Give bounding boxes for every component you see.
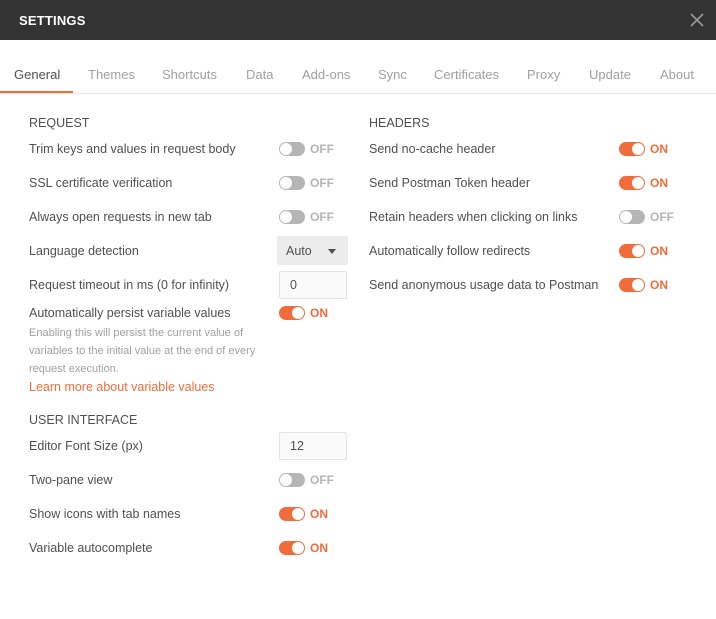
toggle-knob: [632, 279, 644, 291]
language-detection-label: Language detection: [29, 244, 139, 258]
two-pane-toggle[interactable]: OFF: [279, 471, 369, 489]
active-tab-indicator: [0, 91, 73, 93]
toggle-knob: [292, 542, 304, 554]
window-title: SETTINGS: [19, 13, 86, 28]
follow-redirects-toggle[interactable]: ON: [619, 242, 709, 260]
persist-help-text: Enabling this will persist the current v…: [29, 327, 256, 375]
language-detection-value: Auto: [286, 244, 312, 258]
tab-proxy[interactable]: Proxy: [527, 67, 560, 82]
toggle-state: ON: [310, 306, 328, 320]
tab-shortcuts[interactable]: Shortcuts: [162, 67, 217, 82]
toggle-track: [619, 278, 645, 292]
tab-bar: General Themes Shortcuts Data Add-ons Sy…: [0, 40, 716, 94]
persist-label: Automatically persist variable values: [29, 306, 231, 320]
toggle-knob: [292, 508, 304, 520]
toggle-track: [619, 210, 645, 224]
toggle-track: [279, 306, 305, 320]
toggle-state: OFF: [310, 176, 334, 190]
toggle-state: OFF: [310, 210, 334, 224]
toggle-track: [279, 210, 305, 224]
retain-headers-toggle[interactable]: OFF: [619, 208, 709, 226]
no-cache-toggle[interactable]: ON: [619, 140, 709, 158]
usage-data-toggle[interactable]: ON: [619, 276, 709, 294]
request-heading: REQUEST: [29, 116, 90, 130]
retain-headers-label: Retain headers when clicking on links: [369, 210, 578, 224]
toggle-knob: [292, 307, 304, 319]
toggle-track: [279, 176, 305, 190]
follow-redirects-label: Automatically follow redirects: [369, 244, 531, 258]
language-detection-select[interactable]: Auto: [277, 236, 348, 265]
tab-certificates[interactable]: Certificates: [434, 67, 499, 82]
toggle-state: ON: [650, 176, 668, 190]
tab-themes[interactable]: Themes: [88, 67, 135, 82]
timeout-label: Request timeout in ms (0 for infinity): [29, 278, 230, 292]
close-icon[interactable]: [688, 11, 706, 29]
toggle-state: OFF: [310, 473, 334, 487]
toggle-knob: [632, 143, 644, 155]
tab-about[interactable]: About: [660, 67, 694, 82]
headers-heading: HEADERS: [369, 116, 430, 130]
no-cache-label: Send no-cache header: [369, 142, 496, 156]
variable-autocomplete-label: Variable autocomplete: [29, 541, 153, 555]
trim-keys-label: Trim keys and values in request body: [29, 142, 236, 156]
timeout-input[interactable]: [279, 271, 347, 299]
ssl-label: SSL certificate verification: [29, 176, 173, 190]
toggle-state: ON: [650, 244, 668, 258]
tab-update[interactable]: Update: [589, 67, 631, 82]
caret-down-icon: [328, 249, 336, 254]
toggle-state: ON: [310, 541, 328, 555]
user-interface-heading: USER INTERFACE: [29, 413, 138, 427]
toggle-track: [619, 142, 645, 156]
font-size-input[interactable]: [279, 432, 347, 460]
toggle-knob: [280, 143, 292, 155]
toggle-track: [279, 142, 305, 156]
toggle-track: [279, 541, 305, 555]
toggle-knob: [620, 211, 632, 223]
tab-data[interactable]: Data: [246, 67, 273, 82]
new-tab-toggle[interactable]: OFF: [279, 208, 369, 226]
toggle-track: [619, 244, 645, 258]
tab-add-ons[interactable]: Add-ons: [302, 67, 350, 82]
tab-general[interactable]: General: [14, 67, 60, 82]
toggle-state: ON: [650, 142, 668, 156]
variable-autocomplete-toggle[interactable]: ON: [279, 539, 369, 557]
toggle-knob: [280, 211, 292, 223]
toggle-state: ON: [310, 507, 328, 521]
learn-more-link[interactable]: Learn more about variable values: [29, 380, 215, 394]
ssl-toggle[interactable]: OFF: [279, 174, 369, 192]
toggle-knob: [632, 177, 644, 189]
postman-token-label: Send Postman Token header: [369, 176, 530, 190]
persist-toggle[interactable]: ON: [279, 304, 369, 322]
toggle-track: [619, 176, 645, 190]
two-pane-label: Two-pane view: [29, 473, 113, 487]
toggle-knob: [280, 474, 292, 486]
postman-token-toggle[interactable]: ON: [619, 174, 709, 192]
trim-keys-toggle[interactable]: OFF: [279, 140, 369, 158]
icons-tab-names-toggle[interactable]: ON: [279, 505, 369, 523]
toggle-knob: [280, 177, 292, 189]
font-size-label: Editor Font Size (px): [29, 439, 143, 453]
toggle-state: OFF: [650, 210, 674, 224]
toggle-state: OFF: [310, 142, 334, 156]
usage-data-label: Send anonymous usage data to Postman: [369, 278, 599, 292]
new-tab-label: Always open requests in new tab: [29, 210, 212, 224]
toggle-track: [279, 473, 305, 487]
tab-sync[interactable]: Sync: [378, 67, 407, 82]
icons-tab-names-label: Show icons with tab names: [29, 507, 181, 521]
title-bar: SETTINGS: [0, 0, 716, 40]
toggle-knob: [632, 245, 644, 257]
toggle-state: ON: [650, 278, 668, 292]
toggle-track: [279, 507, 305, 521]
